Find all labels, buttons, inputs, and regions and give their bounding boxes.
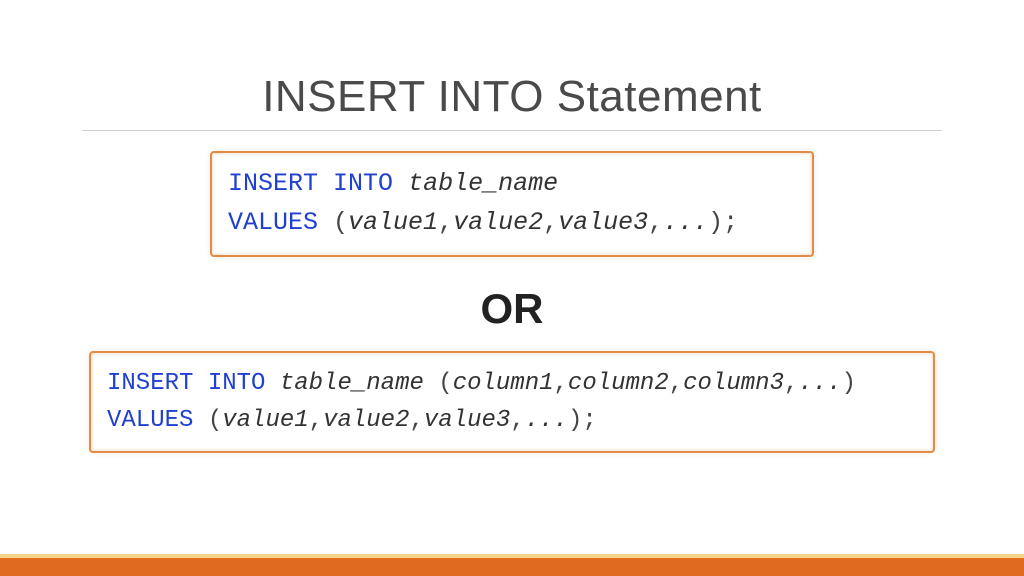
separator-or: OR [0,285,1024,333]
code-block-1: INSERT INTO table_name VALUES (value1,va… [210,151,814,257]
punct: , [409,407,423,434]
keyword: VALUES [228,208,318,237]
keyword: VALUES [107,407,193,434]
punct: , [510,407,524,434]
identifier: ... [798,370,841,397]
punct: ) [842,370,856,397]
identifier: value2 [323,407,409,434]
keyword: INSERT [228,169,318,198]
identifier: table_name [280,370,424,397]
slide-title: INSERT INTO Statement [0,0,1024,130]
keyword: INTO [333,169,393,198]
punct: , [669,370,683,397]
keyword: INSERT [107,370,193,397]
identifier: value1 [222,407,308,434]
punct: ); [708,208,738,237]
footer-accent-bar [0,554,1024,576]
punct: , [309,407,323,434]
punct: , [784,370,798,397]
identifier: value3 [424,407,510,434]
punct: , [543,208,558,237]
punct: ( [193,407,222,434]
punct: , [554,370,568,397]
identifier: table_name [408,169,558,198]
identifier: column3 [683,370,784,397]
code-block-2: INSERT INTO table_name (column1,column2,… [89,351,935,453]
keyword: INTO [208,370,266,397]
identifier: value3 [558,208,648,237]
identifier: ... [525,407,568,434]
identifier: column1 [453,370,554,397]
punct: ( [424,370,453,397]
identifier: value2 [453,208,543,237]
identifier: value1 [348,208,438,237]
identifier: column2 [568,370,669,397]
punct: , [438,208,453,237]
punct: ); [568,407,597,434]
punct: , [648,208,663,237]
punct: ( [318,208,348,237]
identifier: ... [663,208,708,237]
title-underline [82,130,942,131]
